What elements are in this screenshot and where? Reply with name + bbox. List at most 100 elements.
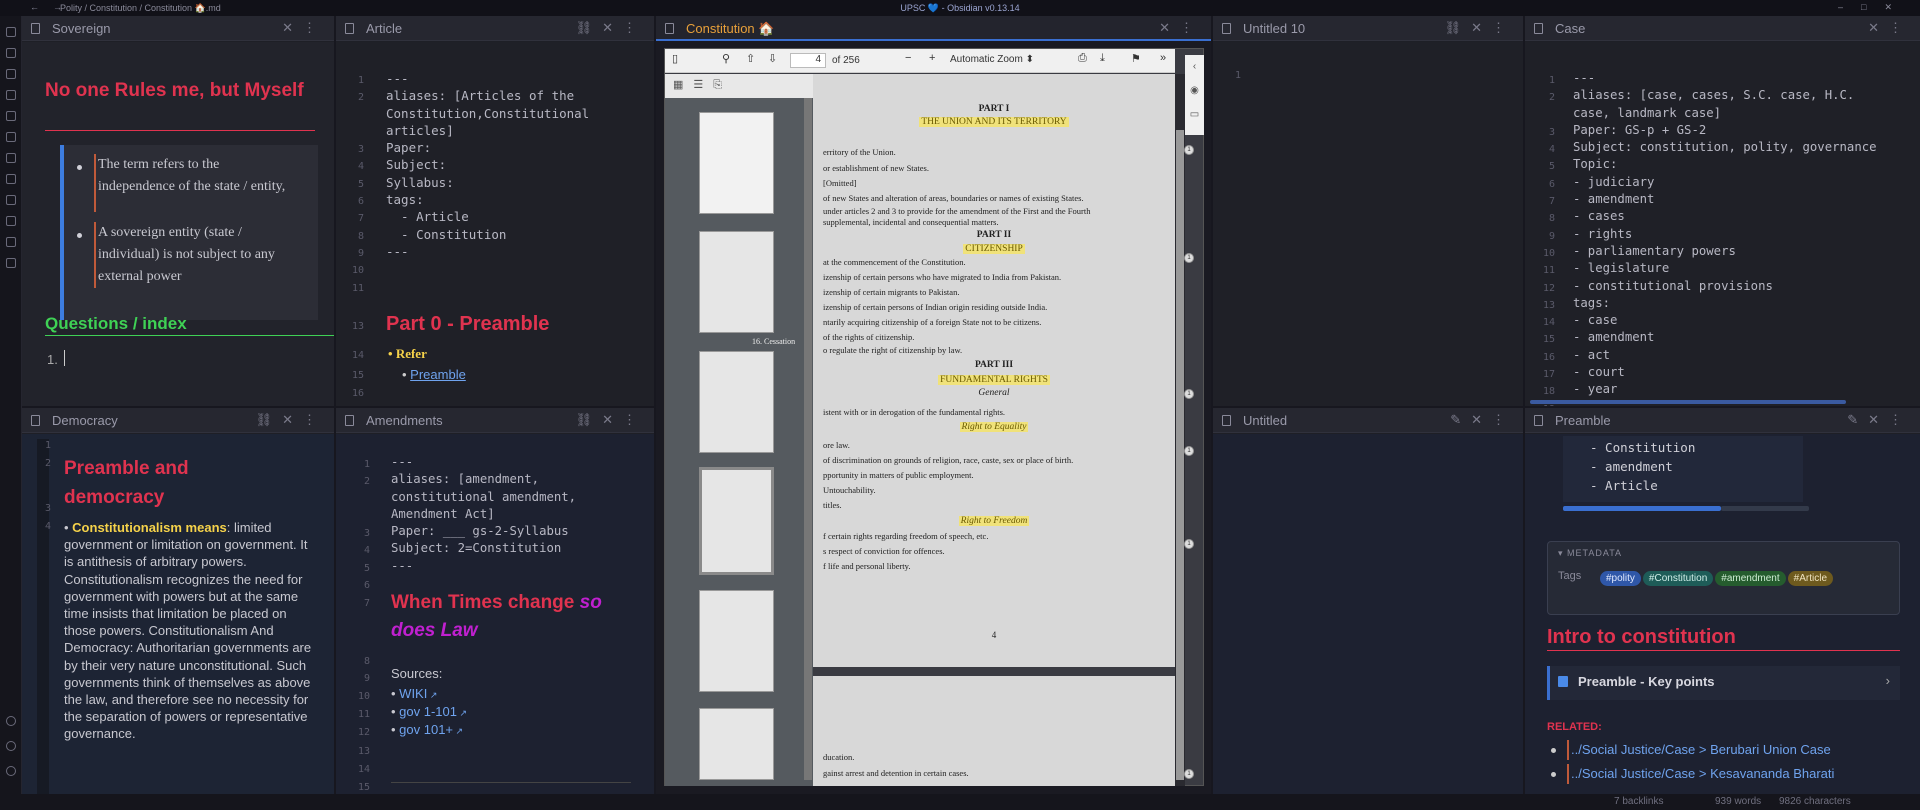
bookmark-icon[interactable]: ⚑ bbox=[1131, 52, 1141, 65]
preamble-link[interactable]: Preamble bbox=[410, 367, 466, 382]
search-icon[interactable] bbox=[5, 48, 16, 58]
pane-actions[interactable]: ⛓✕⋮ bbox=[1445, 20, 1515, 36]
vault-icon[interactable] bbox=[6, 716, 16, 726]
wiki-link[interactable]: WIKI bbox=[399, 686, 437, 701]
tag-article[interactable]: #Article bbox=[1787, 571, 1834, 586]
pane-actions[interactable]: ✕⋮ bbox=[1159, 20, 1203, 36]
pdf-line: THE UNION AND ITS TERRITORY bbox=[919, 117, 1069, 127]
template-icon[interactable] bbox=[5, 216, 16, 226]
gear-icon[interactable] bbox=[6, 766, 16, 776]
pen-icon[interactable] bbox=[5, 132, 16, 142]
pdf-thumbnail[interactable] bbox=[699, 708, 774, 780]
line-number: 10 bbox=[357, 691, 370, 702]
download-icon[interactable]: ⤓ bbox=[1100, 52, 1105, 65]
pdf-scroll-thumb[interactable] bbox=[1176, 130, 1184, 780]
pane-actions[interactable]: ⛓✕⋮ bbox=[256, 412, 326, 428]
pane-untitled10: Untitled 10 ⛓✕⋮ 1 bbox=[1213, 16, 1523, 406]
pane-title[interactable]: Untitled 10 bbox=[1243, 21, 1305, 36]
pane-actions[interactable]: ✕⋮ bbox=[1868, 20, 1912, 36]
pdf-line: supplemental, incidental and consequenti… bbox=[823, 217, 999, 227]
chevron-right-icon[interactable]: › bbox=[1886, 673, 1890, 688]
related-link-kesavananda[interactable]: ../Social Justice/Case > Kesavananda Bha… bbox=[1571, 766, 1834, 781]
pane-title[interactable]: Constitution 🏠 bbox=[686, 21, 774, 37]
grid-icon[interactable] bbox=[5, 258, 16, 268]
pdf-thumbnail-current[interactable] bbox=[699, 467, 774, 575]
pane-title[interactable]: Article bbox=[366, 21, 402, 36]
callout-preamble[interactable]: Preamble - Key points › bbox=[1547, 666, 1900, 700]
zoom-out-icon[interactable]: − bbox=[905, 52, 911, 64]
pane-actions[interactable]: ✎✕⋮ bbox=[1847, 412, 1912, 428]
pane-actions[interactable]: ⛓✕⋮ bbox=[576, 412, 646, 428]
heading-underline bbox=[45, 130, 315, 131]
folder-icon[interactable] bbox=[5, 195, 16, 205]
pdf-side-tools[interactable]: ‹ ◉ ▭ bbox=[1185, 55, 1204, 135]
pane-title[interactable]: Case bbox=[1555, 21, 1585, 36]
pane-title[interactable]: Untitled bbox=[1243, 413, 1287, 428]
mic-icon[interactable] bbox=[5, 237, 16, 247]
related-label: RELATED: bbox=[1547, 721, 1602, 733]
page-number-input[interactable]: 4 bbox=[790, 53, 826, 68]
pane-header: Case ✕⋮ bbox=[1525, 16, 1920, 41]
graph-icon[interactable] bbox=[5, 69, 16, 79]
frontmatter[interactable]: --- aliases: [amendment, constitutional … bbox=[391, 454, 576, 575]
more-tools-icon[interactable]: » bbox=[1160, 52, 1166, 64]
prev-page-icon[interactable]: ⇧ bbox=[746, 52, 755, 65]
pdf-line: f life and personal liberty. bbox=[823, 561, 911, 571]
pdf-thumbnail[interactable] bbox=[699, 112, 774, 214]
pane-header: Amendments ⛓✕⋮ bbox=[336, 408, 654, 433]
metadata-panel: ▾ METADATA Tags #polity #Constitution #ame… bbox=[1547, 541, 1900, 615]
zoom-in-icon[interactable]: + bbox=[929, 52, 935, 64]
backlinks-count[interactable]: 7 backlinks bbox=[1614, 796, 1663, 807]
files-icon[interactable] bbox=[5, 27, 16, 37]
pdf-line: gainst arrest and detention in certain c… bbox=[823, 768, 969, 778]
horizontal-scrollbar[interactable] bbox=[1563, 506, 1721, 511]
print-icon[interactable]: ⎙ bbox=[1078, 52, 1087, 65]
page-icon[interactable] bbox=[5, 111, 16, 121]
frontmatter[interactable]: --- aliases: [Articles of the Constituti… bbox=[386, 70, 589, 260]
line-number: 9 bbox=[363, 673, 370, 684]
pdf-thumbnail[interactable] bbox=[699, 231, 774, 333]
help-icon[interactable] bbox=[6, 741, 16, 751]
document-icon bbox=[345, 23, 354, 34]
next-page-icon[interactable]: ⇩ bbox=[768, 52, 777, 65]
pane-header: Untitled ✎✕⋮ bbox=[1213, 408, 1523, 433]
tag-polity[interactable]: #polity bbox=[1600, 571, 1641, 586]
pane-title[interactable]: Democracy bbox=[52, 413, 118, 428]
thumb-scrollbar[interactable] bbox=[804, 98, 812, 780]
calendar-icon[interactable] bbox=[5, 153, 16, 163]
note-heading: When Times change so does Law bbox=[391, 592, 602, 641]
pane-actions[interactable]: ✕⋮ bbox=[282, 20, 326, 36]
gov-link-2[interactable]: gov 101+ bbox=[399, 722, 463, 737]
line-number: 7 bbox=[363, 598, 370, 609]
window-controls[interactable]: –□✕ bbox=[1838, 2, 1910, 13]
home-icon[interactable] bbox=[5, 90, 16, 100]
pdf-line: o regulate the right of citizenship by l… bbox=[823, 345, 963, 355]
settings-alt-icon[interactable] bbox=[5, 174, 16, 184]
list-number: 1. bbox=[47, 352, 58, 367]
line-number: 14 bbox=[351, 350, 364, 361]
search-icon[interactable]: ⚲ bbox=[722, 52, 730, 65]
pane-title[interactable]: Sovereign bbox=[52, 21, 111, 36]
tag-constitution[interactable]: #Constitution bbox=[1642, 571, 1714, 586]
indent-line bbox=[94, 222, 96, 288]
line-number: 15 bbox=[357, 782, 370, 793]
pdf-thumbnail[interactable] bbox=[699, 590, 774, 692]
scroll-marker: 1 bbox=[1184, 253, 1194, 263]
sidebar-view-buttons[interactable]: ▦☰⎘ bbox=[665, 74, 813, 98]
line-number: 1 bbox=[44, 440, 51, 451]
tag-amendment[interactable]: #amendment bbox=[1715, 571, 1786, 586]
text-cursor[interactable] bbox=[64, 350, 65, 366]
pdf-thumbnail[interactable] bbox=[699, 351, 774, 453]
pane-actions[interactable]: ⛓✕⋮ bbox=[576, 20, 646, 36]
pane-actions[interactable]: ✎✕⋮ bbox=[1450, 412, 1515, 428]
gov-link-1[interactable]: gov 1-101 bbox=[399, 704, 467, 719]
horizontal-scrollbar[interactable] bbox=[1530, 400, 1846, 404]
scrollbar-track bbox=[1721, 506, 1809, 511]
pane-header: Democracy ⛓✕⋮ bbox=[22, 408, 334, 433]
pane-title[interactable]: Amendments bbox=[366, 413, 443, 428]
frontmatter[interactable]: --- aliases: [case, cases, S.C. case, H.… bbox=[1573, 70, 1877, 406]
pane-title[interactable]: Preamble bbox=[1555, 413, 1611, 428]
sidebar-toggle-icon[interactable]: ▯ bbox=[672, 52, 678, 65]
zoom-select[interactable]: Automatic Zoom ⬍ bbox=[946, 52, 1040, 68]
related-link-berubari[interactable]: ../Social Justice/Case > Berubari Union … bbox=[1571, 742, 1831, 757]
